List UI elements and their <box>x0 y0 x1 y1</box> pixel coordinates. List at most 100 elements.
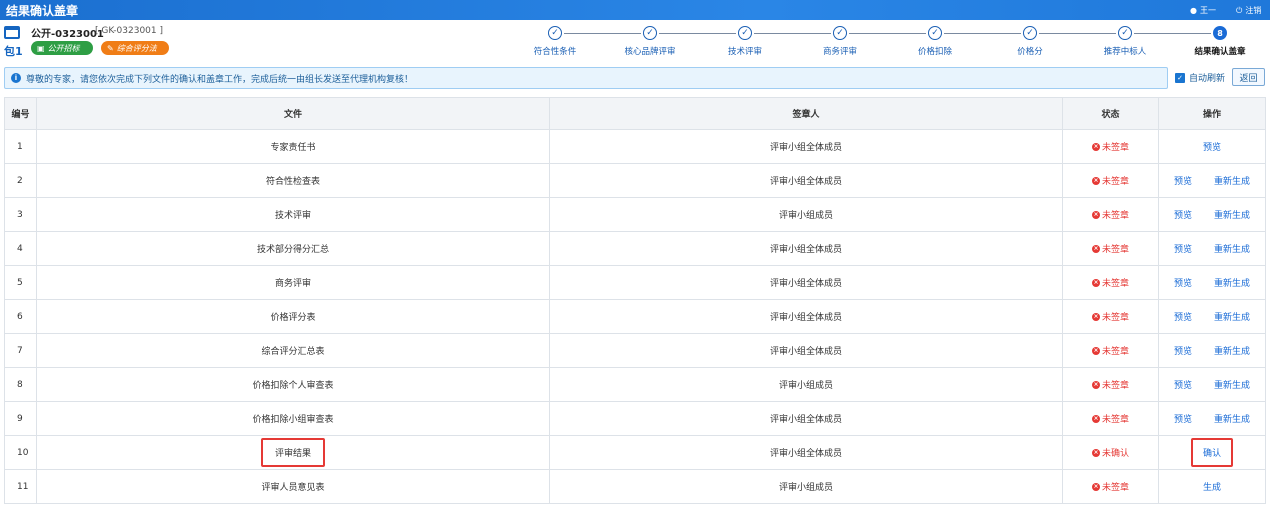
error-icon: × <box>1091 380 1100 389</box>
table-row: 11 评审人员意见表 评审小组成员 × 未签章 生成 <box>4 469 1266 504</box>
action-link[interactable]: 重新生成 <box>1214 310 1250 323</box>
pencil-icon: ✎ <box>107 43 114 53</box>
row-number: 5 <box>4 265 37 300</box>
package-label[interactable]: 包1 <box>4 43 23 59</box>
notice-banner: i 尊敬的专家，请您依次完成下列文件的确认和盖章工作，完成后统一由组长发送至代理… <box>4 67 1168 89</box>
action-link[interactable]: 生成 <box>1203 480 1221 493</box>
file-cell: 价格扣除小组审查表 <box>36 401 550 436</box>
actions-cell: 预览 重新生成 <box>1158 299 1266 334</box>
file-cell: 评审人员意见表 <box>36 469 550 504</box>
signer-cell: 评审小组全体成员 <box>549 265 1063 300</box>
file-name: 评审结果 <box>260 438 325 467</box>
project-name: 公开-0323001 <box>31 29 104 40</box>
error-icon: × <box>1091 244 1100 253</box>
action-link[interactable]: 预览 <box>1174 276 1192 289</box>
file-name: 评审人员意见表 <box>261 483 325 493</box>
status-badge: × 未签章 <box>1091 174 1129 187</box>
project-code: [ GK-0323001 ] <box>95 26 164 36</box>
action-link[interactable]: 预览 <box>1203 140 1221 153</box>
logout-button[interactable]: ⏻ 注销 <box>1236 5 1261 16</box>
action-link[interactable]: 预览 <box>1174 344 1192 357</box>
step-5[interactable]: ✓ 价格扣除 <box>890 26 980 57</box>
signer-cell: 评审小组全体成员 <box>549 299 1063 334</box>
action-link[interactable]: 预览 <box>1174 174 1192 187</box>
row-number: 7 <box>4 333 37 368</box>
row-number: 4 <box>4 231 37 266</box>
signer-cell: 评审小组全体成员 <box>549 163 1063 198</box>
step-number-icon: 8 <box>1213 26 1227 40</box>
action-link[interactable]: 重新生成 <box>1214 242 1250 255</box>
action-link[interactable]: 重新生成 <box>1214 378 1250 391</box>
action-link[interactable]: 预览 <box>1174 378 1192 391</box>
file-name: 技术部分得分汇总 <box>256 245 329 255</box>
checkbox-icon[interactable]: ✓ <box>1175 72 1185 83</box>
file-cell: 商务评审 <box>36 265 550 300</box>
row-number: 11 <box>4 469 37 504</box>
step-3[interactable]: ✓ 技术评审 <box>700 26 790 57</box>
actions-cell: 预览 重新生成 <box>1158 163 1266 198</box>
signer-cell: 评审小组全体成员 <box>549 333 1063 368</box>
tag-label: 公开招标 <box>47 43 80 53</box>
status-text: 未签章 <box>1101 483 1129 493</box>
back-button[interactable]: 返回 <box>1232 68 1265 86</box>
file-cell: 技术评审 <box>36 197 550 232</box>
step-label: 核心品牌评审 <box>624 47 676 57</box>
table-row: 8 价格扣除个人审查表 评审小组成员 × 未签章 预览 重新生成 <box>4 367 1266 402</box>
status-text: 未签章 <box>1101 415 1129 425</box>
step-7[interactable]: ✓ 推荐中标人 <box>1080 26 1170 57</box>
status-cell: × 未签章 <box>1062 333 1159 368</box>
error-icon: × <box>1091 414 1100 423</box>
user-menu[interactable]: ● 王一 <box>1190 5 1216 16</box>
auto-refresh-toggle[interactable]: ✓ 自动刷新 <box>1175 71 1225 84</box>
status-badge: × 未签章 <box>1091 480 1129 493</box>
check-circle-icon: ✓ <box>1023 26 1037 40</box>
status-badge: × 未签章 <box>1091 378 1129 391</box>
table-row: 5 商务评审 评审小组全体成员 × 未签章 预览 重新生成 <box>4 265 1266 300</box>
action-link[interactable]: 重新生成 <box>1214 174 1250 187</box>
action-link[interactable]: 确认 <box>1190 438 1233 467</box>
step-4[interactable]: ✓ 商务评审 <box>795 26 885 57</box>
auto-refresh-label: 自动刷新 <box>1189 74 1226 84</box>
status-badge: × 未签章 <box>1091 140 1129 153</box>
step-2[interactable]: ✓ 核心品牌评审 <box>605 26 695 57</box>
actions-cell: 预览 重新生成 <box>1158 197 1266 232</box>
status-text: 未签章 <box>1101 381 1129 391</box>
user-icon: ● <box>1190 6 1197 15</box>
file-cell: 综合评分汇总表 <box>36 333 550 368</box>
tag-public-tender: ▣ 公开招标 <box>31 41 93 55</box>
action-link[interactable]: 重新生成 <box>1214 344 1250 357</box>
check-circle-icon: ✓ <box>548 26 562 40</box>
action-link[interactable]: 预览 <box>1174 412 1192 425</box>
file-cell: 价格扣除个人审查表 <box>36 367 550 402</box>
status-text: 未签章 <box>1101 347 1129 357</box>
row-number: 1 <box>4 129 37 164</box>
status-text: 未签章 <box>1101 143 1129 153</box>
package-icon <box>4 26 20 39</box>
step-1[interactable]: ✓ 符合性条件 <box>510 26 600 57</box>
action-link[interactable]: 重新生成 <box>1214 208 1250 221</box>
actions-cell: 预览 重新生成 <box>1158 265 1266 300</box>
actions-cell: 预览 重新生成 <box>1158 367 1266 402</box>
step-6[interactable]: ✓ 价格分 <box>985 26 1075 57</box>
file-cell: 技术部分得分汇总 <box>36 231 550 266</box>
action-link[interactable]: 重新生成 <box>1214 276 1250 289</box>
table-row: 10 评审结果 评审小组全体成员 × 未确认 确认 <box>4 435 1266 470</box>
row-number: 3 <box>4 197 37 232</box>
step-label: 符合性条件 <box>533 47 577 57</box>
file-cell: 专家责任书 <box>36 129 550 164</box>
error-icon: × <box>1091 142 1100 151</box>
signer-cell: 评审小组成员 <box>549 469 1063 504</box>
error-icon: × <box>1091 482 1100 491</box>
status-cell: × 未签章 <box>1062 401 1159 436</box>
step-8[interactable]: 8 结果确认盖章 <box>1175 26 1265 57</box>
check-circle-icon: ✓ <box>833 26 847 40</box>
lock-icon: ▣ <box>37 43 45 53</box>
action-link[interactable]: 预览 <box>1174 310 1192 323</box>
action-link[interactable]: 重新生成 <box>1214 412 1250 425</box>
action-link[interactable]: 预览 <box>1174 242 1192 255</box>
error-icon: × <box>1091 312 1100 321</box>
column-header: 文件 <box>36 97 550 130</box>
file-name: 价格扣除小组审查表 <box>252 415 334 425</box>
action-link[interactable]: 预览 <box>1174 208 1192 221</box>
step-label: 结果确认盖章 <box>1194 47 1246 57</box>
